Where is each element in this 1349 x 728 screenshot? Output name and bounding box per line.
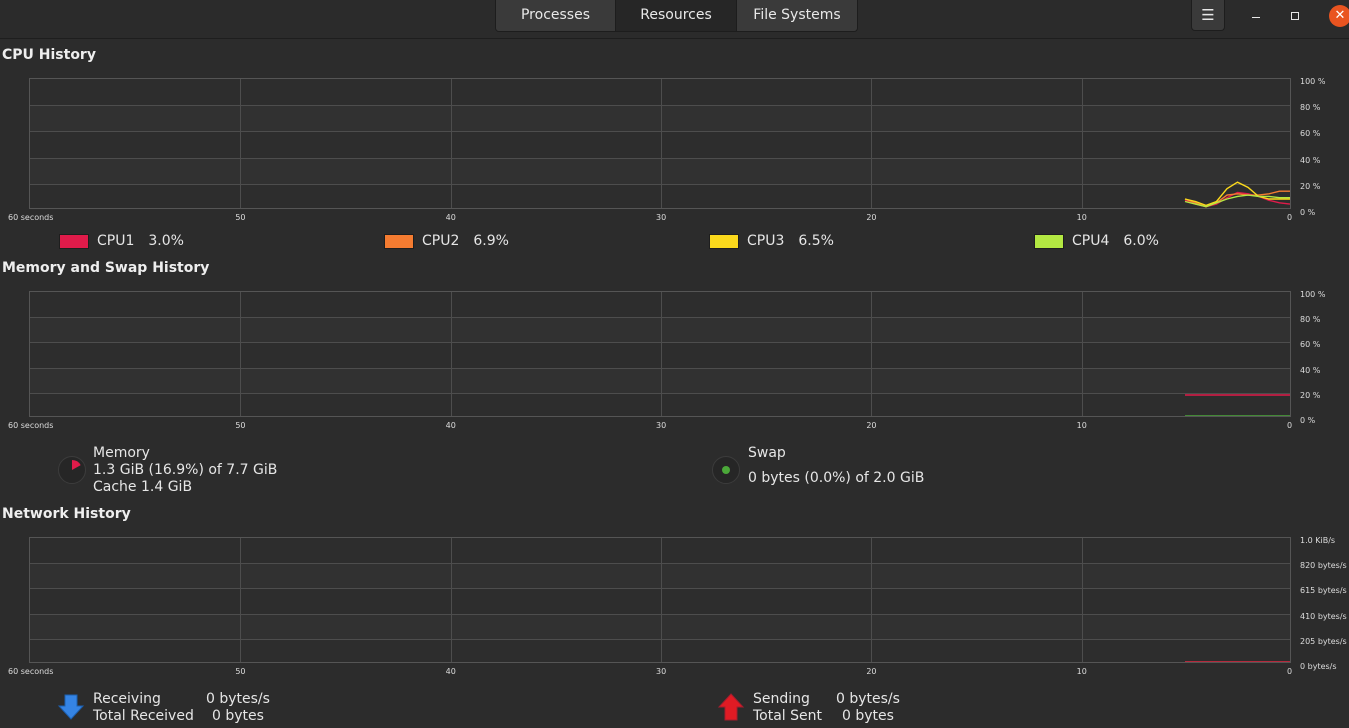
x-tick-label: 10 [1076, 667, 1087, 676]
receiving-rate: 0 bytes/s [206, 691, 270, 707]
y-tick-label: 0 % [1300, 208, 1316, 217]
cpu2-legend: CPU2 6.9% [384, 233, 509, 249]
x-tick-label: 40 [445, 667, 456, 676]
x-tick-label: 60 seconds [8, 421, 54, 430]
receiving-label: Receiving [93, 691, 161, 707]
x-tick-label: 10 [1076, 213, 1087, 222]
memory-history-graph [29, 291, 1291, 417]
cpu3-color-swatch[interactable] [709, 233, 739, 249]
network-history-title: Network History [2, 506, 131, 522]
y-tick-label: 20 % [1300, 181, 1321, 191]
sending-label: Sending [753, 691, 810, 707]
cpu1-color-swatch[interactable] [59, 233, 89, 249]
minimize-icon [1252, 17, 1260, 18]
x-tick-label: 30 [656, 213, 667, 222]
y-tick-label: 100 % [1300, 290, 1326, 299]
y-tick-label: 1.0 KiB/s [1300, 536, 1336, 545]
y-tick-label: 0 % [1300, 416, 1316, 425]
y-tick-label: 80 % [1300, 315, 1321, 325]
header-bar: Processes Resources File Systems ☰ ✕ [0, 0, 1349, 39]
x-tick-label: 20 [866, 213, 877, 222]
y-tick-label: 40 % [1300, 155, 1321, 165]
minimize-button[interactable] [1239, 0, 1273, 31]
total-sent-label: Total Sent [753, 708, 823, 724]
total-sent-value: 0 bytes [842, 708, 894, 724]
memory-pie-chart [72, 460, 81, 470]
cpu3-legend: CPU3 6.5% [709, 233, 834, 249]
hamburger-icon: ☰ [1201, 6, 1215, 24]
x-tick-label: 50 [235, 213, 246, 222]
graph-plot [1184, 181, 1290, 208]
y-tick-label: 20 % [1300, 390, 1321, 400]
y-tick-label: 60 % [1300, 340, 1321, 350]
cpu1-value: 3.0% [148, 233, 184, 249]
graph-plot [1185, 661, 1290, 662]
swap-pie-icon[interactable] [712, 456, 740, 484]
y-tick-label: 820 bytes/s [1300, 561, 1347, 571]
y-tick-label: 205 bytes/s [1300, 636, 1347, 646]
x-tick-label: 60 seconds [8, 213, 54, 222]
cpu2-value: 6.9% [473, 233, 509, 249]
memory-history-title: Memory and Swap History [2, 260, 210, 276]
tab-processes[interactable]: Processes [496, 0, 616, 31]
x-tick-label: 10 [1076, 421, 1087, 430]
memory-cache: Cache 1.4 GiB [93, 479, 193, 495]
y-tick-label: 410 bytes/s [1300, 611, 1347, 621]
x-tick-label: 0 [1287, 667, 1293, 676]
x-tick-label: 40 [445, 213, 456, 222]
swap-usage: 0 bytes (0.0%) of 2.0 GiB [748, 470, 925, 486]
menu-button[interactable]: ☰ [1191, 0, 1225, 31]
cpu3-label: CPU3 [747, 233, 785, 249]
sending-rate: 0 bytes/s [836, 691, 900, 707]
x-tick-label: 60 seconds [8, 667, 54, 676]
total-received-value: 0 bytes [212, 708, 264, 724]
x-tick-label: 30 [656, 667, 667, 676]
cpu4-value: 6.0% [1123, 233, 1159, 249]
tab-file-systems[interactable]: File Systems [737, 0, 857, 31]
cpu1-label: CPU1 [97, 233, 135, 249]
cpu2-color-swatch[interactable] [384, 233, 414, 249]
x-tick-label: 0 [1287, 213, 1293, 222]
y-tick-label: 60 % [1300, 129, 1321, 139]
x-tick-label: 20 [866, 667, 877, 676]
swap-indicator-dot [722, 466, 730, 474]
y-tick-label: 100 % [1300, 77, 1326, 86]
tab-resources[interactable]: Resources [616, 0, 737, 31]
x-tick-label: 30 [656, 421, 667, 430]
maximize-button[interactable] [1278, 0, 1312, 31]
graph-plot [1185, 394, 1290, 416]
memory-usage: 1.3 GiB (16.9%) of 7.7 GiB [93, 462, 278, 478]
swap-label: Swap [748, 445, 786, 461]
cpu4-legend: CPU4 6.0% [1034, 233, 1159, 249]
cpu4-label: CPU4 [1072, 233, 1110, 249]
x-tick-label: 50 [235, 667, 246, 676]
cpu3-value: 6.5% [798, 233, 834, 249]
cpu2-label: CPU2 [422, 233, 460, 249]
view-switcher: Processes Resources File Systems [495, 0, 858, 32]
x-tick-label: 40 [445, 421, 456, 430]
cpu1-legend: CPU1 3.0% [59, 233, 184, 249]
x-tick-label: 20 [866, 421, 877, 430]
cpu4-color-swatch[interactable] [1034, 233, 1064, 249]
y-tick-label: 615 bytes/s [1300, 586, 1347, 596]
network-history-graph [29, 537, 1291, 663]
maximize-icon [1291, 11, 1299, 20]
y-tick-label: 0 bytes/s [1300, 662, 1337, 671]
x-tick-label: 50 [235, 421, 246, 430]
cpu-history-title: CPU History [2, 47, 96, 63]
close-button[interactable]: ✕ [1323, 0, 1349, 31]
close-icon: ✕ [1329, 5, 1349, 27]
y-tick-label: 80 % [1300, 103, 1321, 113]
arrow-down-icon[interactable] [57, 693, 85, 721]
y-tick-label: 40 % [1300, 365, 1321, 375]
cpu-history-graph [29, 78, 1291, 209]
x-tick-label: 0 [1287, 421, 1293, 430]
memory-label: Memory [93, 445, 150, 461]
arrow-up-icon[interactable] [717, 693, 745, 721]
total-received-label: Total Received [93, 708, 194, 724]
memory-pie-icon[interactable] [58, 456, 86, 484]
